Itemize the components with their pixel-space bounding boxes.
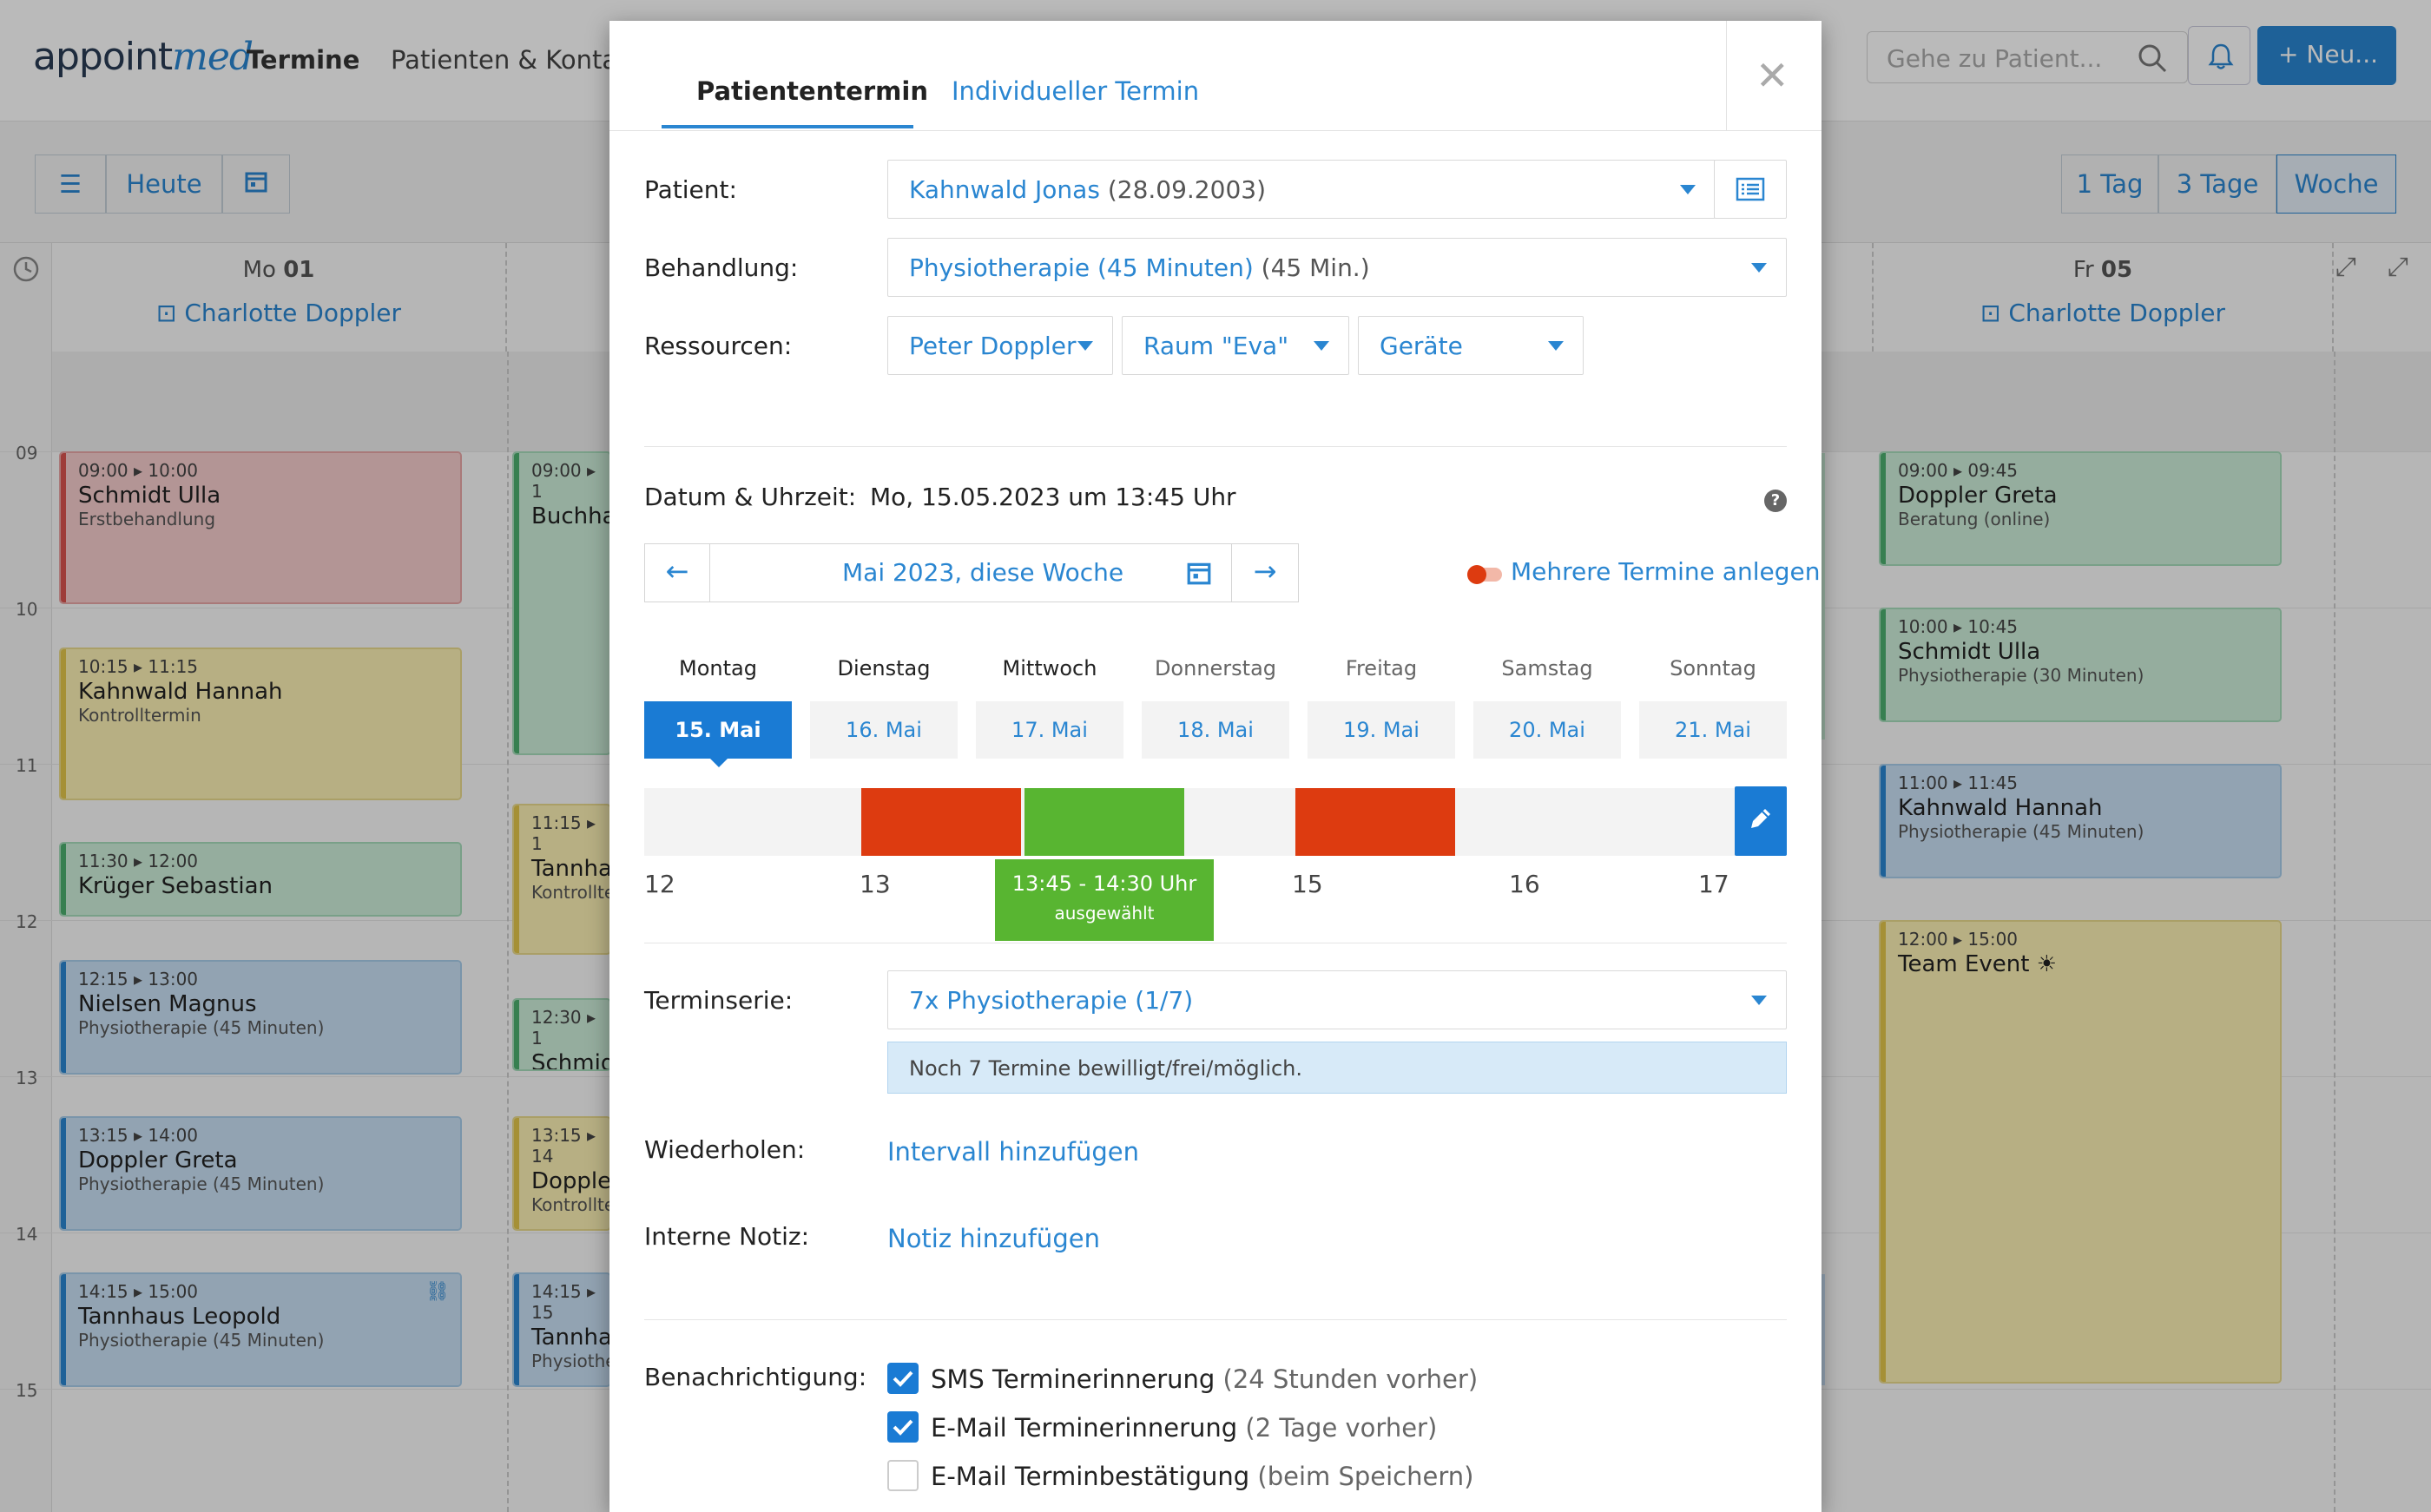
email-reminder-label[interactable]: E-Mail Terminerinnerung (2 Tage vorher) xyxy=(931,1413,1437,1443)
series-label: Terminserie: xyxy=(644,986,794,1015)
selected-pointer xyxy=(708,757,729,767)
busy-slot xyxy=(1295,788,1455,856)
series-select[interactable]: 7x Physiotherapie (1/7) xyxy=(887,970,1787,1029)
resource-equipment-select[interactable]: Geräte xyxy=(1358,316,1584,375)
resource-therapist-select[interactable]: Peter Doppler xyxy=(887,316,1113,375)
multi-toggle-label[interactable]: Mehrere Termine anlegen xyxy=(1511,557,1820,586)
date-button[interactable]: 21. Mai xyxy=(1639,701,1787,759)
patient-label: Patient: xyxy=(644,175,737,204)
datetime-label: Datum & Uhrzeit: xyxy=(644,483,857,511)
treatment-name: Physiotherapie (45 Minuten) xyxy=(909,253,1254,282)
sms-reminder-label[interactable]: SMS Terminerinnerung (24 Stunden vorher) xyxy=(931,1364,1478,1394)
section-divider xyxy=(644,1319,1787,1320)
chevron-down-icon xyxy=(1751,996,1767,1005)
check-icon xyxy=(893,1419,913,1436)
tab-divider xyxy=(609,130,1822,131)
busy-slot xyxy=(861,788,1021,856)
series-info: Noch 7 Termine bewilligt/frei/möglich. xyxy=(887,1042,1787,1094)
prev-week-button[interactable]: ← xyxy=(644,543,710,602)
add-note-link[interactable]: Notiz hinzufügen xyxy=(887,1224,1100,1253)
weekday-label: Montag xyxy=(679,656,757,680)
next-week-button[interactable]: → xyxy=(1231,543,1299,602)
date-button[interactable]: 16. Mai xyxy=(810,701,958,759)
arrow-right-icon: → xyxy=(1253,555,1277,588)
section-divider xyxy=(644,446,1787,447)
selected-slot[interactable] xyxy=(1024,788,1184,856)
chevron-down-icon xyxy=(1077,341,1093,351)
weekday-label: Sonntag xyxy=(1670,656,1756,680)
calendar-icon xyxy=(1187,562,1211,585)
email-confirmation-checkbox[interactable] xyxy=(887,1460,919,1491)
patient-details-button[interactable] xyxy=(1714,160,1787,219)
sms-reminder-checkbox[interactable] xyxy=(887,1363,919,1394)
weekday-label: Samstag xyxy=(1501,656,1593,680)
appointment-modal: Patiententermin Individueller Termin ✕ P… xyxy=(609,21,1822,1512)
chevron-down-icon xyxy=(1680,185,1696,194)
tab-individueller-termin[interactable]: Individueller Termin xyxy=(952,76,1199,106)
check-icon xyxy=(893,1371,913,1387)
datetime-value: Mo, 15.05.2023 um 13:45 Uhr xyxy=(870,483,1236,511)
patient-name: Kahnwald Jonas xyxy=(909,174,1100,204)
weekday-label: Freitag xyxy=(1345,656,1418,680)
multi-toggle-switch[interactable] xyxy=(1467,565,1502,584)
timeline-hour: 15 xyxy=(1292,870,1323,898)
repeat-label: Wiederholen: xyxy=(644,1135,806,1164)
edit-time-button[interactable] xyxy=(1735,786,1787,856)
pencil-icon xyxy=(1751,809,1770,828)
resources-label: Ressourcen: xyxy=(644,332,793,360)
timeline-hour: 16 xyxy=(1509,870,1540,898)
help-icon[interactable]: ? xyxy=(1764,490,1787,512)
note-label: Interne Notiz: xyxy=(644,1222,810,1251)
timeline-hour: 17 xyxy=(1698,870,1729,898)
patient-select[interactable]: Kahnwald Jonas (28.09.2003) xyxy=(887,160,1716,219)
weekday-label: Donnerstag xyxy=(1154,656,1277,680)
weekday-label: Dienstag xyxy=(837,656,931,680)
add-interval-link[interactable]: Intervall hinzufügen xyxy=(887,1137,1139,1167)
weekday-label: Mittwoch xyxy=(1002,656,1097,680)
timeline-hour: 13 xyxy=(860,870,891,898)
timeline-hour: 12 xyxy=(644,870,675,898)
arrow-left-icon: ← xyxy=(665,555,689,588)
chevron-down-icon xyxy=(1751,263,1767,273)
date-button-selected[interactable]: 15. Mai xyxy=(644,701,792,759)
availability-timeline[interactable] xyxy=(644,788,1738,856)
chevron-down-icon xyxy=(1548,341,1564,351)
date-button[interactable]: 20. Mai xyxy=(1473,701,1621,759)
date-button[interactable]: 17. Mai xyxy=(976,701,1123,759)
resource-room-select[interactable]: Raum "Eva" xyxy=(1122,316,1349,375)
treatment-duration: (45 Min.) xyxy=(1261,253,1370,282)
treatment-label: Behandlung: xyxy=(644,253,799,282)
date-button[interactable]: 19. Mai xyxy=(1308,701,1455,759)
list-card-icon xyxy=(1736,177,1765,201)
email-confirmation-label[interactable]: E-Mail Terminbestätigung (beim Speichern… xyxy=(931,1462,1473,1491)
week-picker[interactable]: Mai 2023, diese Woche xyxy=(709,543,1233,602)
active-tab-indicator xyxy=(662,125,913,128)
email-reminder-checkbox[interactable] xyxy=(887,1411,919,1443)
patient-dob: (28.09.2003) xyxy=(1107,174,1266,204)
toggle-knob xyxy=(1467,565,1486,584)
chevron-down-icon xyxy=(1314,341,1329,351)
tab-patiententermin[interactable]: Patiententermin xyxy=(696,76,928,106)
notification-label: Benachrichtigung: xyxy=(644,1363,867,1391)
treatment-select[interactable]: Physiotherapie (45 Minuten) (45 Min.) xyxy=(887,238,1787,297)
selected-time-tooltip: 13:45 - 14:30 Uhr ausgewählt xyxy=(995,859,1214,941)
date-button[interactable]: 18. Mai xyxy=(1142,701,1289,759)
close-icon[interactable]: ✕ xyxy=(1756,52,1789,99)
